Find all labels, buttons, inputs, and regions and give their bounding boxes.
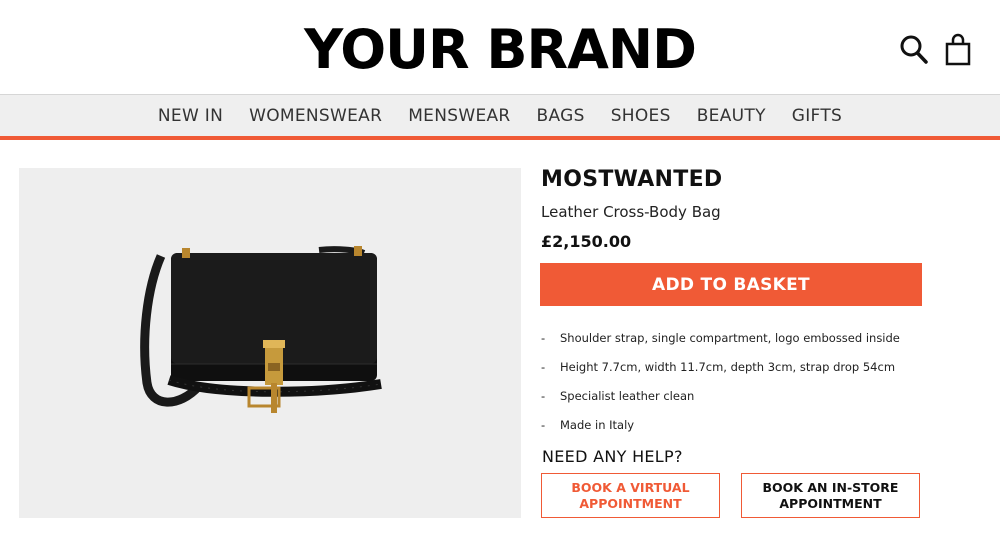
book-virtual-appointment-button[interactable]: BOOK A VIRTUAL APPOINTMENT bbox=[541, 473, 720, 518]
product-features-list: - Shoulder strap, single compartment, log… bbox=[541, 328, 981, 444]
book-in-store-appointment-button[interactable]: BOOK AN IN-STORE APPOINTMENT bbox=[741, 473, 920, 518]
feature-item: - Shoulder strap, single compartment, log… bbox=[541, 328, 981, 357]
product-name: Leather Cross-Body Bag bbox=[541, 203, 721, 221]
site-header: YOUR BRAND bbox=[0, 0, 1000, 94]
product-brand: MOSTWANTED bbox=[541, 167, 723, 192]
feature-item: - Height 7.7cm, width 11.7cm, depth 3cm, … bbox=[541, 357, 981, 386]
feature-item: - Made in Italy bbox=[541, 415, 981, 444]
bullet: - bbox=[541, 331, 546, 345]
leather-bag-illustration bbox=[140, 246, 382, 413]
feature-item: - Specialist leather clean bbox=[541, 386, 981, 415]
nav-item-gifts[interactable]: GIFTS bbox=[792, 106, 842, 126]
feature-text: Specialist leather clean bbox=[560, 389, 695, 403]
feature-text: Made in Italy bbox=[560, 418, 635, 432]
main-nav: NEW IN WOMENSWEAR MENSWEAR BAGS SHOES BE… bbox=[0, 94, 1000, 140]
nav-item-womenswear[interactable]: WOMENSWEAR bbox=[249, 106, 382, 126]
help-heading: NEED ANY HELP? bbox=[542, 447, 683, 466]
brand-logo[interactable]: YOUR BRAND bbox=[0, 18, 1000, 82]
nav-item-bags[interactable]: BAGS bbox=[537, 106, 585, 126]
search-icon[interactable] bbox=[899, 33, 931, 67]
nav-item-shoes[interactable]: SHOES bbox=[611, 106, 671, 126]
nav-item-new-in[interactable]: NEW IN bbox=[158, 106, 223, 126]
nav-item-menswear[interactable]: MENSWEAR bbox=[408, 106, 510, 126]
nav-item-beauty[interactable]: BEAUTY bbox=[697, 106, 766, 126]
product-price: £2,150.00 bbox=[541, 232, 632, 251]
feature-text: Shoulder strap, single compartment, logo… bbox=[560, 331, 900, 345]
product-details: MOSTWANTED Leather Cross-Body Bag £2,150… bbox=[541, 166, 941, 252]
bullet: - bbox=[541, 389, 546, 403]
feature-text: Height 7.7cm, width 11.7cm, depth 3cm, s… bbox=[560, 360, 896, 374]
add-to-basket-button[interactable]: ADD TO BASKET bbox=[540, 263, 922, 306]
product-image[interactable] bbox=[19, 168, 521, 518]
bullet: - bbox=[541, 418, 546, 432]
shopping-bag-icon[interactable] bbox=[944, 33, 972, 67]
bullet: - bbox=[541, 360, 546, 374]
